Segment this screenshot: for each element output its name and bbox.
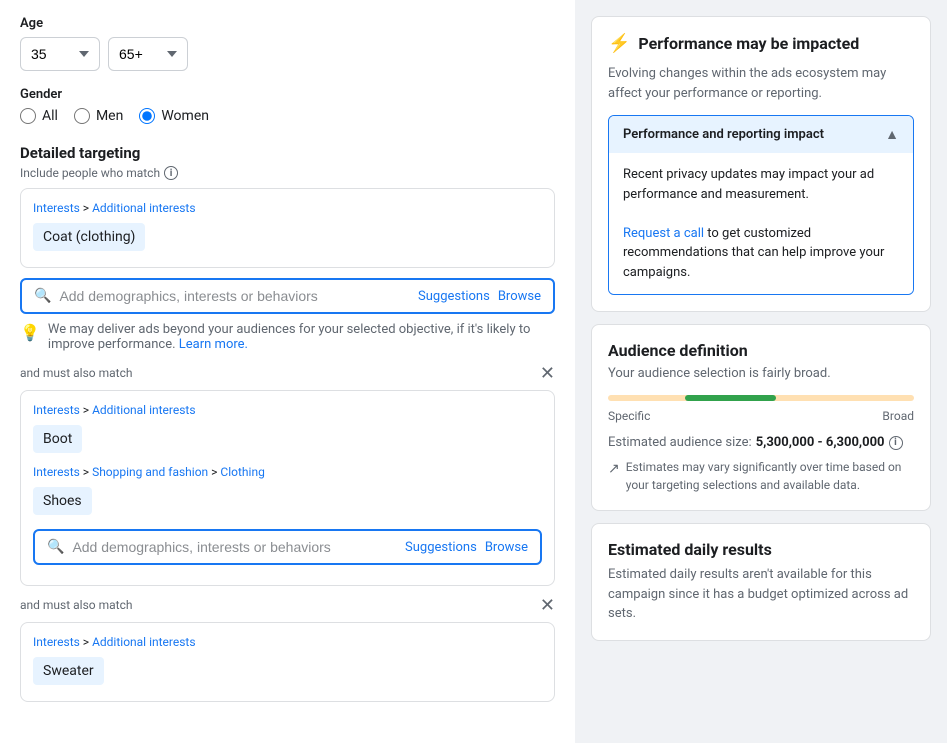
breadcrumb-2: Interests > Additional interests bbox=[33, 403, 542, 417]
age-label: Age bbox=[20, 16, 555, 31]
performance-icon: ⚡ bbox=[608, 33, 630, 54]
gender-row: All Men Women bbox=[20, 108, 555, 124]
collapsible-section: Performance and reporting impact ▲ Recen… bbox=[608, 115, 914, 295]
tag-boot: Boot bbox=[33, 425, 82, 453]
hint-text: We may deliver ads beyond your audiences… bbox=[48, 322, 555, 352]
tag-coat: Coat (clothing) bbox=[33, 223, 145, 251]
close-must-match-1[interactable]: ✕ bbox=[540, 364, 555, 382]
hint-icon: 💡 bbox=[20, 323, 40, 342]
gender-all-option[interactable]: All bbox=[20, 108, 58, 124]
gender-men-label: Men bbox=[96, 108, 123, 124]
suggestions-btn-2[interactable]: Suggestions bbox=[405, 540, 477, 555]
include-label: Include people who match i bbox=[20, 166, 555, 180]
detailed-targeting-section: Detailed targeting Include people who ma… bbox=[20, 144, 555, 702]
perf-title: Performance may be impacted bbox=[638, 34, 859, 53]
search-actions-1: Suggestions Browse bbox=[418, 289, 541, 304]
breadcrumb-additional-interests-2[interactable]: Additional interests bbox=[92, 403, 195, 417]
breadcrumb-interests-3[interactable]: Interests bbox=[33, 465, 80, 479]
gender-all-label: All bbox=[42, 108, 58, 124]
daily-results-card: Estimated daily results Estimated daily … bbox=[591, 523, 931, 641]
gender-all-radio[interactable] bbox=[20, 108, 36, 124]
include-info-icon[interactable]: i bbox=[164, 166, 178, 180]
search-row-2[interactable]: 🔍 Suggestions Browse bbox=[33, 529, 542, 565]
age-to-select[interactable]: 65+ 6055504540 bbox=[108, 37, 188, 71]
daily-title: Estimated daily results bbox=[608, 540, 914, 559]
hint-row: 💡 We may deliver ads beyond your audienc… bbox=[20, 322, 555, 352]
search-input-1[interactable] bbox=[59, 288, 410, 304]
breadcrumb-additional-interests-1[interactable]: Additional interests bbox=[92, 201, 195, 215]
gender-men-radio[interactable] bbox=[74, 108, 90, 124]
spectrum-broad-label: Broad bbox=[882, 409, 914, 423]
learn-more-link[interactable]: Learn more. bbox=[179, 337, 248, 352]
spectrum-labels: Specific Broad bbox=[608, 409, 914, 423]
collapsible-header[interactable]: Performance and reporting impact ▲ bbox=[609, 116, 913, 153]
est-size-info-icon[interactable]: i bbox=[889, 436, 903, 450]
must-match-section-2: and must also match ✕ Interests > Additi… bbox=[20, 596, 555, 702]
breadcrumb-3: Interests > Shopping and fashion > Cloth… bbox=[33, 465, 542, 479]
est-note-icon: ↗ bbox=[608, 459, 620, 480]
chevron-up-icon: ▲ bbox=[885, 126, 899, 143]
search-row-1[interactable]: 🔍 Suggestions Browse bbox=[20, 278, 555, 314]
breadcrumb-additional-interests-4[interactable]: Additional interests bbox=[92, 635, 195, 649]
audience-title: Audience definition bbox=[608, 341, 914, 360]
must-match-header-2: and must also match ✕ bbox=[20, 596, 555, 614]
search-icon-2: 🔍 bbox=[47, 539, 64, 555]
breadcrumb-4: Interests > Additional interests bbox=[33, 635, 542, 649]
spectrum-green-segment bbox=[685, 395, 777, 401]
performance-card: ⚡ Performance may be impacted Evolving c… bbox=[591, 16, 931, 312]
audience-sub: Your audience selection is fairly broad. bbox=[608, 366, 914, 381]
daily-body: Estimated daily results aren't available… bbox=[608, 565, 914, 624]
gender-women-radio[interactable] bbox=[139, 108, 155, 124]
breadcrumb-interests-4[interactable]: Interests bbox=[33, 635, 80, 649]
close-must-match-2[interactable]: ✕ bbox=[540, 596, 555, 614]
must-match-label-1: and must also match bbox=[20, 366, 132, 380]
perf-header: ⚡ Performance may be impacted bbox=[608, 33, 914, 54]
spectrum-specific-label: Specific bbox=[608, 409, 650, 423]
gender-section: Gender All Men Women bbox=[20, 87, 555, 124]
suggestions-btn-1[interactable]: Suggestions bbox=[418, 289, 490, 304]
est-size-value: 5,300,000 - 6,300,000 bbox=[756, 435, 885, 450]
must-match-header-1: and must also match ✕ bbox=[20, 364, 555, 382]
age-from-select[interactable]: 35 18212530 404550556065 bbox=[20, 37, 100, 71]
breadcrumb-clothing[interactable]: Clothing bbox=[220, 465, 264, 479]
breadcrumb-interests-2[interactable]: Interests bbox=[33, 403, 80, 417]
gender-women-option[interactable]: Women bbox=[139, 108, 209, 124]
search-input-2[interactable] bbox=[72, 539, 397, 555]
gender-label: Gender bbox=[20, 87, 555, 102]
perf-body: Evolving changes within the ads ecosyste… bbox=[608, 64, 914, 103]
breadcrumb-interests-1[interactable]: Interests bbox=[33, 201, 80, 215]
search-icon-1: 🔍 bbox=[34, 288, 51, 304]
must-match-section-1: and must also match ✕ Interests > Additi… bbox=[20, 364, 555, 586]
browse-btn-2[interactable]: Browse bbox=[485, 540, 528, 555]
search-actions-2: Suggestions Browse bbox=[405, 540, 528, 555]
age-row: 35 18212530 404550556065 65+ 6055504540 bbox=[20, 37, 555, 71]
must-match-label-2: and must also match bbox=[20, 598, 132, 612]
browse-btn-1[interactable]: Browse bbox=[498, 289, 541, 304]
must-match-box-2: Interests > Additional interests Sweater bbox=[20, 622, 555, 702]
spectrum-bar bbox=[608, 395, 914, 401]
request-call-link[interactable]: Request a call bbox=[623, 226, 704, 241]
breadcrumb-shopping-fashion[interactable]: Shopping and fashion bbox=[92, 465, 208, 479]
gender-men-option[interactable]: Men bbox=[74, 108, 123, 124]
est-note: ↗ Estimates may vary significantly over … bbox=[608, 458, 914, 494]
tag-shoes: Shoes bbox=[33, 487, 92, 515]
tag-sweater: Sweater bbox=[33, 657, 104, 685]
detailed-targeting-title: Detailed targeting bbox=[20, 144, 555, 162]
estimated-audience-size: Estimated audience size: 5,300,000 - 6,3… bbox=[608, 435, 914, 450]
collapsible-title: Performance and reporting impact bbox=[623, 127, 824, 142]
targeting-box-1: Interests > Additional interests Coat (c… bbox=[20, 188, 555, 268]
breadcrumb-1: Interests > Additional interests bbox=[33, 201, 542, 215]
audience-definition-card: Audience definition Your audience select… bbox=[591, 324, 931, 511]
collapsible-content: Recent privacy updates may impact your a… bbox=[609, 153, 913, 294]
gender-women-label: Women bbox=[161, 108, 209, 124]
must-match-box-1: Interests > Additional interests Boot In… bbox=[20, 390, 555, 586]
